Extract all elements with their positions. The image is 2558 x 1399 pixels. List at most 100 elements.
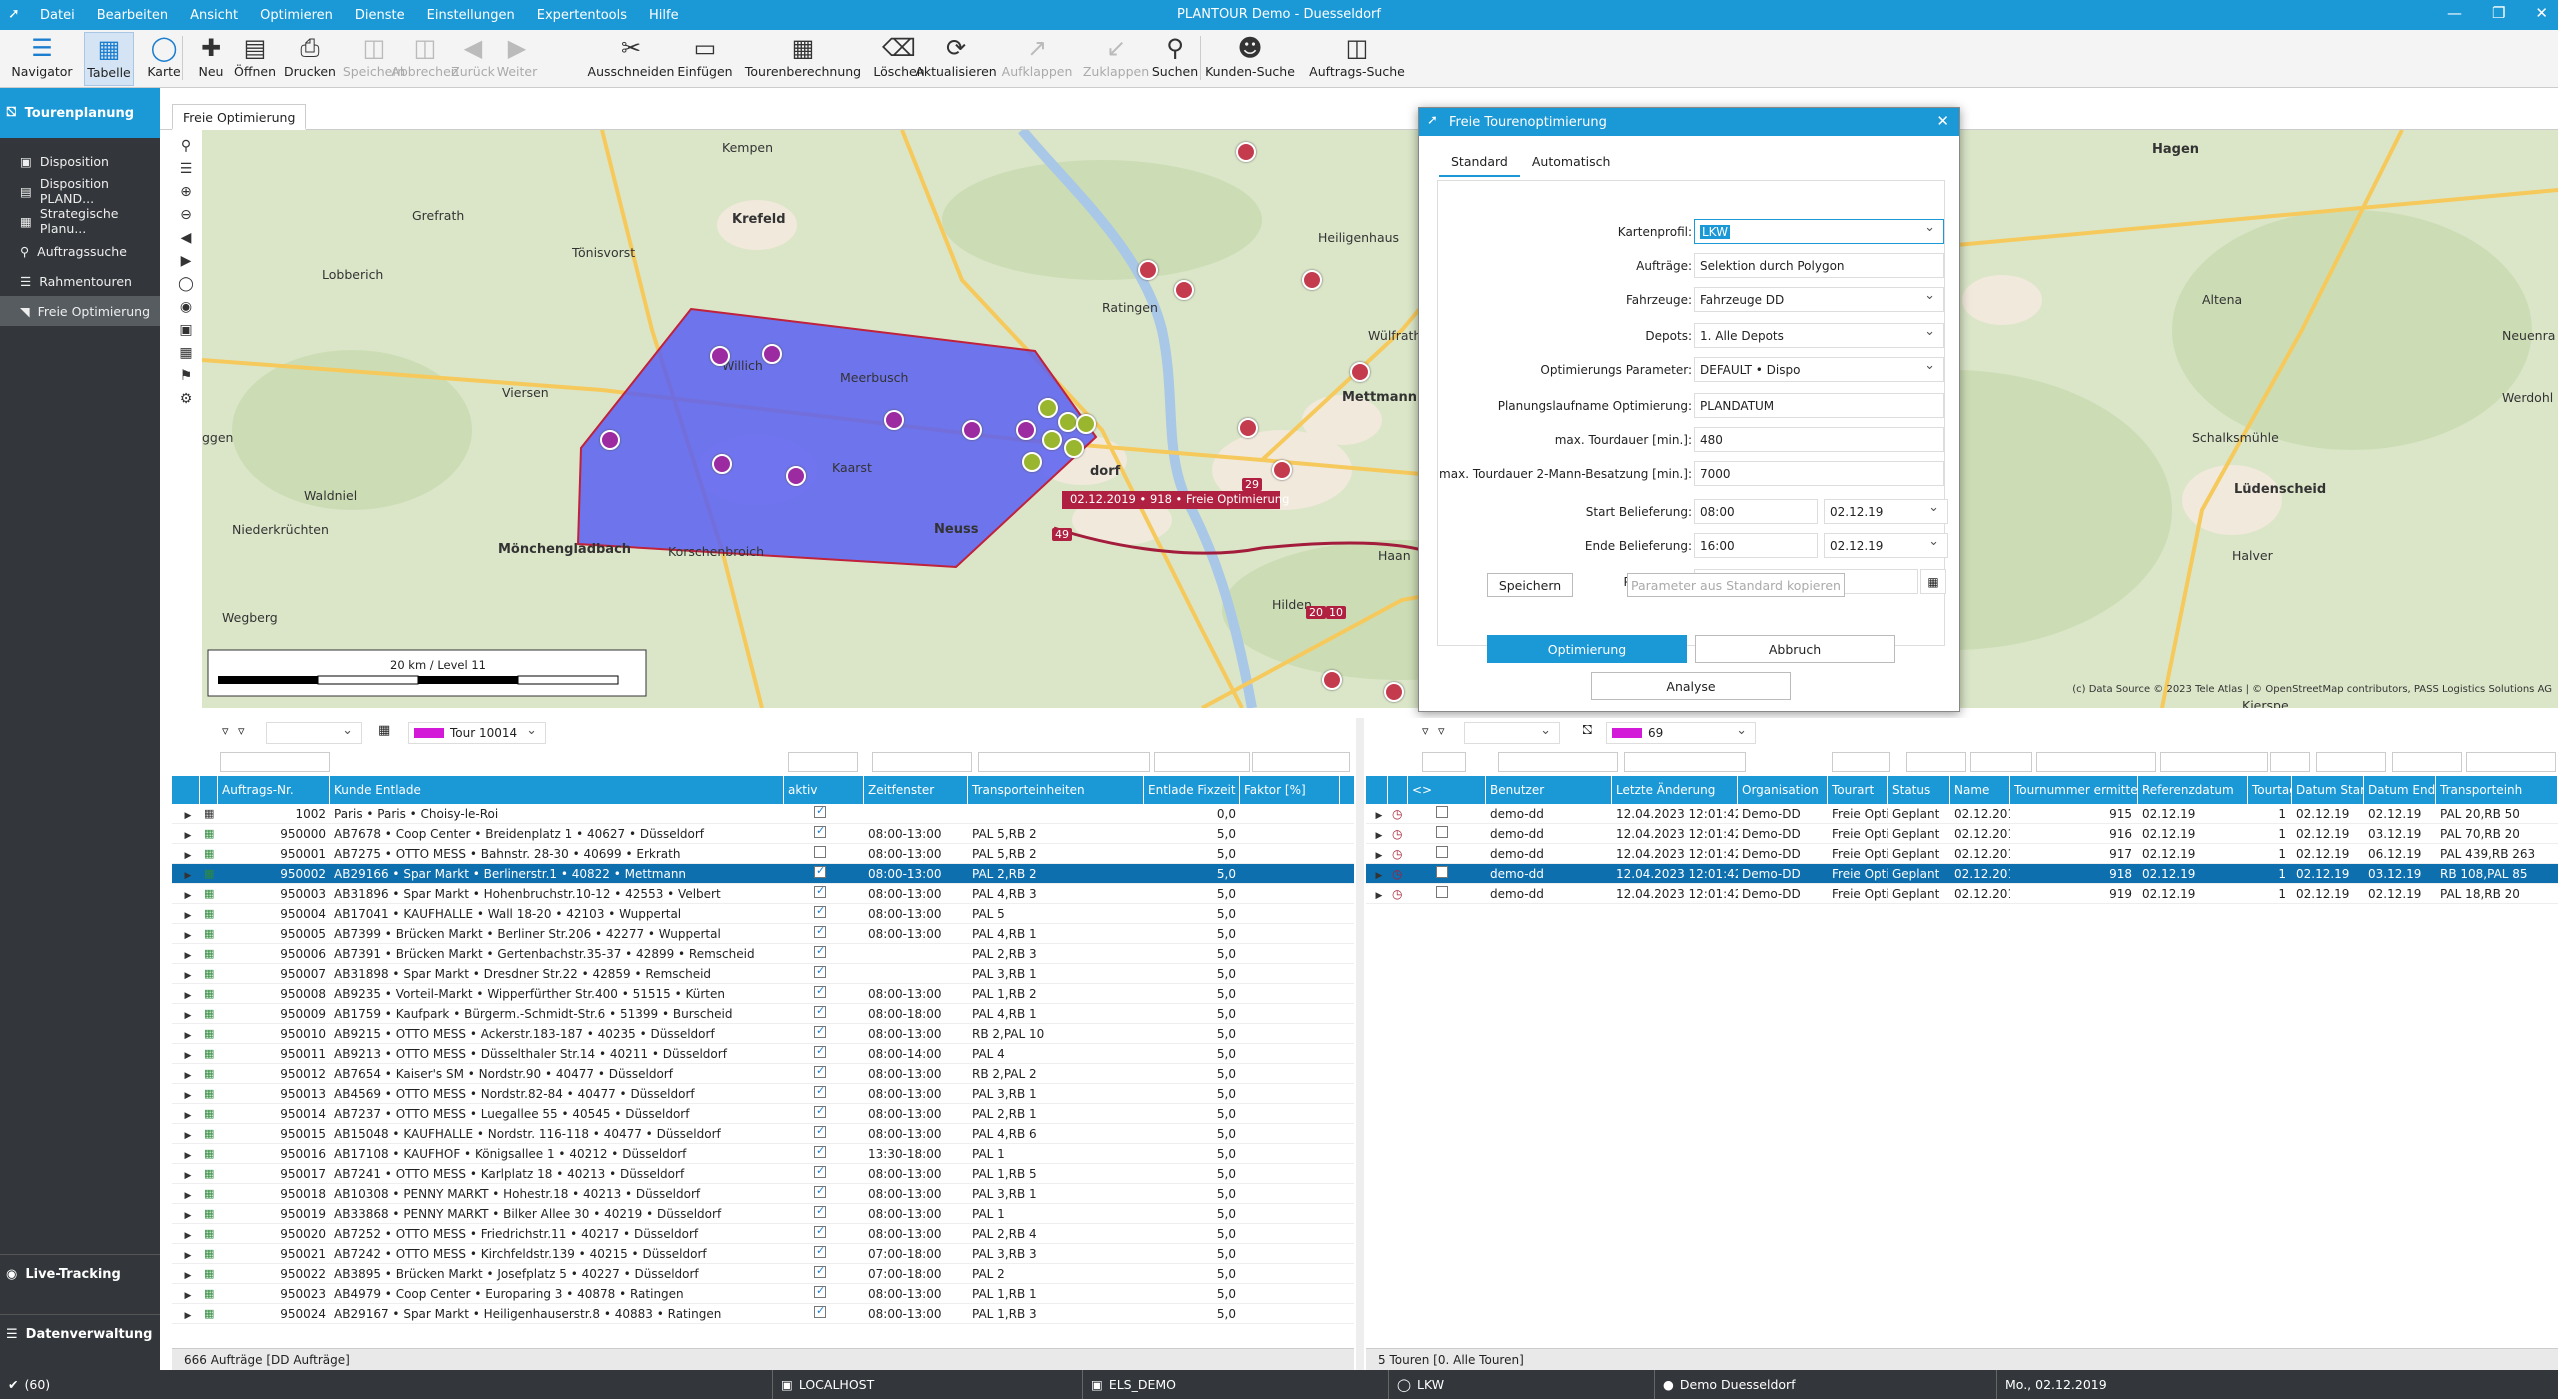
map-pin-icon[interactable] — [1042, 430, 1062, 450]
nav-header-tourenplanung[interactable]: ⛞ Tourenplanung — [0, 88, 160, 138]
row-expand-icon[interactable]: ▶ — [172, 1087, 200, 1101]
tour-checkbox[interactable] — [1408, 886, 1486, 901]
column-header[interactable]: Status — [1888, 776, 1950, 804]
row-expand-icon[interactable]: ▶ — [172, 1167, 200, 1181]
table-row[interactable]: ▶ ▦ 950000 AB7678 • Coop Center • Breidenpl… — [172, 824, 1354, 844]
active-checkbox[interactable] — [784, 1066, 864, 1081]
column-header[interactable]: <> — [1408, 776, 1486, 804]
row-expand-icon[interactable]: ▶ — [172, 1287, 200, 1301]
row-expand-icon[interactable]: ▶ — [172, 907, 200, 921]
map-pin-icon[interactable] — [1016, 420, 1036, 440]
column-header[interactable] — [1388, 776, 1408, 804]
row-expand-icon[interactable]: ▶ — [172, 1027, 200, 1041]
column-header[interactable]: Faktor [%] — [1240, 776, 1340, 804]
map-pin-icon[interactable] — [1174, 280, 1194, 300]
calendar-picker-icon[interactable]: ▦ — [1920, 569, 1946, 594]
row-expand-icon[interactable]: ▶ — [172, 947, 200, 961]
table-row[interactable]: ▶ ▦ 950004 AB17041 • KAUFHALLE • Wall 18-20… — [172, 904, 1354, 924]
nav-item-4[interactable]: ☰ Rahmentouren — [0, 266, 160, 296]
save-button[interactable]: Speichern — [1487, 573, 1573, 597]
active-checkbox[interactable] — [784, 1186, 864, 1201]
dialog-close-icon[interactable]: ✕ — [1936, 112, 1949, 130]
toolbar-button-9[interactable]: ▶ Weiter — [492, 32, 542, 86]
map[interactable]: Kempen Krefeld Grefrath Tönisvorst Lobberich… — [202, 130, 2558, 708]
row-expand-icon[interactable]: ▶ — [172, 1127, 200, 1141]
toolbar-button-19[interactable]: ◫ Auftrags-Suche — [1304, 32, 1410, 86]
row-expand-icon[interactable]: ▶ — [1366, 867, 1388, 881]
tour-checkbox[interactable] — [1408, 826, 1486, 841]
table-row[interactable]: ▶ ▦ 950020 AB7252 • OTTO MESS • Friedrichst… — [172, 1224, 1354, 1244]
map-tool-icon-9[interactable]: ▦ — [179, 345, 192, 361]
row-expand-icon[interactable]: ▶ — [172, 827, 200, 841]
pane-splitter[interactable] — [1356, 718, 1364, 1370]
row-expand-icon[interactable]: ▶ — [172, 1107, 200, 1121]
row-expand-icon[interactable]: ▶ — [172, 887, 200, 901]
form-input-5[interactable]: PLANDATUM — [1694, 393, 1944, 418]
toolbar-button-16[interactable]: ↙ Zuklappen — [1083, 32, 1149, 86]
filter-icon[interactable]: ▿ — [222, 724, 229, 739]
table-row[interactable]: ▶ ▦ 950024 AB29167 • Spar Markt • Heiligenh… — [172, 1304, 1354, 1324]
column-header[interactable]: Benutzer — [1486, 776, 1612, 804]
map-pin-icon[interactable] — [884, 410, 904, 430]
map-pin-icon[interactable] — [1138, 260, 1158, 280]
row-expand-icon[interactable]: ▶ — [172, 1067, 200, 1081]
map-pin-icon[interactable] — [1350, 362, 1370, 382]
active-checkbox[interactable] — [784, 946, 864, 961]
minimize-icon[interactable]: — — [2447, 4, 2462, 22]
form-input-3[interactable]: 1. Alle Depots — [1694, 323, 1944, 348]
column-filter-input[interactable] — [1832, 752, 1890, 772]
map-pin-icon[interactable] — [1022, 452, 1042, 472]
column-header[interactable]: Tourart — [1828, 776, 1888, 804]
toolbar-button-2[interactable]: ◯ Karte — [142, 32, 186, 86]
form-input-7[interactable]: 7000 — [1694, 461, 1944, 486]
row-expand-icon[interactable]: ▶ — [172, 1047, 200, 1061]
optimize-button[interactable]: Optimierung — [1487, 635, 1687, 663]
map-pin-icon[interactable] — [1076, 414, 1096, 434]
row-expand-icon[interactable]: ▶ — [172, 867, 200, 881]
column-header[interactable]: Referenzdatum — [2138, 776, 2248, 804]
row-expand-icon[interactable]: ▶ — [172, 967, 200, 981]
toolbar-button-17[interactable]: ⚲ Suchen — [1150, 32, 1200, 86]
row-expand-icon[interactable]: ▶ — [172, 1147, 200, 1161]
form-date-9[interactable]: 02.12.19 — [1824, 533, 1948, 558]
row-expand-icon[interactable]: ▶ — [1366, 807, 1388, 821]
table-row[interactable]: ▶ ▦ 950019 AB33868 • PENNY MARKT • Bilker A… — [172, 1204, 1354, 1224]
map-pin-icon[interactable] — [1302, 270, 1322, 290]
toolbar-button-1[interactable]: ▦ Tabelle — [84, 32, 134, 86]
table-row[interactable]: ▶ ▦ 950022 AB3895 • Brücken Markt • Josefpl… — [172, 1264, 1354, 1284]
active-checkbox[interactable] — [784, 1146, 864, 1161]
column-filter-input[interactable] — [2392, 752, 2462, 772]
active-checkbox[interactable] — [784, 1266, 864, 1281]
row-expand-icon[interactable]: ▶ — [172, 1267, 200, 1281]
toolbar-button-11[interactable]: ▭ Einfügen — [676, 32, 734, 86]
table-row[interactable]: ▶ ▦ 950011 AB9213 • OTTO MESS • Düsselthale… — [172, 1044, 1354, 1064]
map-tool-icon-10[interactable]: ⚑ — [180, 368, 193, 384]
orders-filter-select[interactable] — [266, 722, 362, 744]
tours-filter-select[interactable] — [1464, 722, 1560, 744]
row-expand-icon[interactable]: ▶ — [172, 1187, 200, 1201]
map-pin-icon[interactable] — [1322, 670, 1342, 690]
map-pin-icon[interactable] — [1272, 460, 1292, 480]
table-row[interactable]: ▶ ▦ 950010 AB9215 • OTTO MESS • Ackerstr.18… — [172, 1024, 1354, 1044]
column-header[interactable]: Name — [1950, 776, 2010, 804]
active-checkbox[interactable] — [784, 1046, 864, 1061]
column-header[interactable] — [172, 776, 200, 804]
column-header[interactable] — [1366, 776, 1388, 804]
tour-checkbox[interactable] — [1408, 846, 1486, 861]
column-header[interactable]: Tourtag — [2248, 776, 2292, 804]
form-input-0[interactable]: LKW — [1694, 219, 1944, 244]
column-filter-input[interactable] — [1970, 752, 2032, 772]
table-row[interactable]: ▶ ▦ 950012 AB7654 • Kaiser's SM • Nordstr.9… — [172, 1064, 1354, 1084]
active-checkbox[interactable] — [784, 1206, 864, 1221]
table-row[interactable]: ▶ ▦ 950023 AB4979 • Coop Center • Europarin… — [172, 1284, 1354, 1304]
map-pin-icon[interactable] — [1236, 142, 1256, 162]
tab-standard[interactable]: Standard — [1439, 150, 1520, 177]
active-checkbox[interactable] — [784, 1286, 864, 1301]
column-header[interactable]: aktiv — [784, 776, 864, 804]
tab-freie-optimierung[interactable]: Freie Optimierung — [172, 104, 307, 130]
active-checkbox[interactable] — [784, 1306, 864, 1321]
row-expand-icon[interactable]: ▶ — [172, 927, 200, 941]
table-row[interactable]: ▶ ▦ 950016 AB17108 • KAUFHOF • Königsallee … — [172, 1144, 1354, 1164]
column-filter-input[interactable] — [1498, 752, 1618, 772]
toolbar-button-8[interactable]: ◀ Zurück — [448, 32, 498, 86]
